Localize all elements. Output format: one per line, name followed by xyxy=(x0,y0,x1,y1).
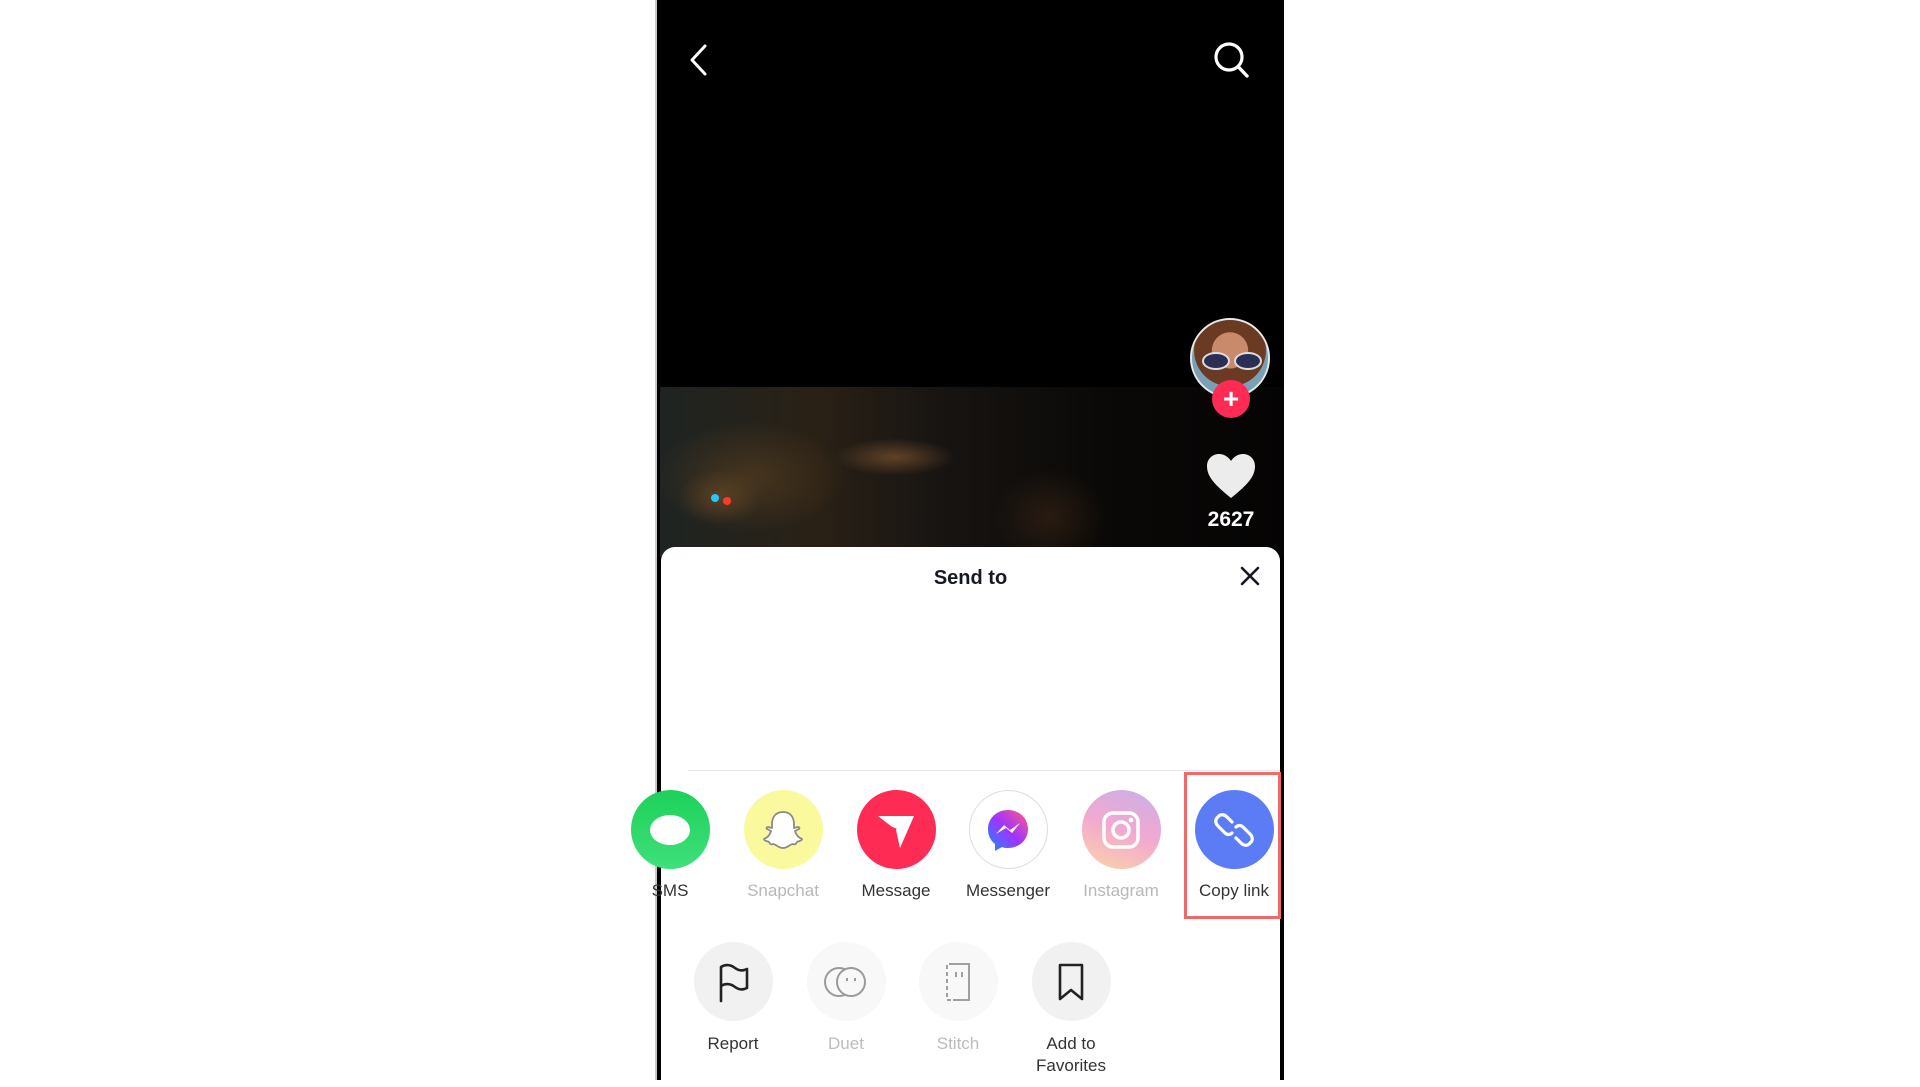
duet-circle xyxy=(806,942,886,1021)
action-label: Duet xyxy=(828,1034,864,1053)
video-light-red xyxy=(723,497,731,505)
divider xyxy=(688,770,1280,771)
sheet-title: Send to xyxy=(933,567,1008,589)
share-messenger[interactable]: Messenger xyxy=(953,790,1063,901)
avatar-art xyxy=(1234,352,1262,370)
search-button[interactable] xyxy=(1212,38,1252,82)
action-label: Add to Favorites xyxy=(1016,1033,1126,1077)
avatar-art xyxy=(1202,352,1230,370)
copy-link-highlight-box xyxy=(1184,772,1281,919)
flag-icon xyxy=(719,963,749,1002)
share-label: Message xyxy=(861,881,931,900)
share-label: Snapchat xyxy=(747,881,819,900)
stitch-icon xyxy=(946,962,970,1001)
action-label: Report xyxy=(707,1034,759,1053)
snapchat-ghost-icon xyxy=(763,810,803,849)
action-duet[interactable]: Duet xyxy=(791,942,901,1055)
action-report[interactable]: Report xyxy=(678,942,788,1055)
share-message[interactable]: Message xyxy=(841,790,951,901)
share-sms[interactable]: SMS xyxy=(615,790,725,901)
action-label-line1: Add to xyxy=(1046,1034,1096,1053)
share-label: Instagram xyxy=(1083,881,1159,900)
paper-plane-icon xyxy=(878,815,914,848)
like-count: 2627 xyxy=(1207,508,1255,531)
instagram-icon xyxy=(1102,810,1140,849)
follow-button[interactable]: + xyxy=(1212,380,1250,418)
message-circle xyxy=(856,790,936,869)
share-label: Messenger xyxy=(965,881,1051,900)
messenger-icon xyxy=(988,809,1028,851)
favorites-circle xyxy=(1031,942,1111,1021)
messenger-circle xyxy=(968,790,1048,869)
action-stitch[interactable]: Stitch xyxy=(903,942,1013,1055)
plus-icon: + xyxy=(1222,383,1240,414)
report-circle xyxy=(693,942,773,1021)
search-icon xyxy=(1214,42,1249,78)
action-add-to-favorites[interactable]: Add to Favorites xyxy=(1016,942,1126,1077)
action-label-line2: Favorites xyxy=(1036,1056,1106,1075)
share-label: SMS xyxy=(651,881,689,900)
sms-icon xyxy=(630,790,710,869)
action-label: Stitch xyxy=(936,1034,980,1053)
heart-icon[interactable] xyxy=(1205,452,1257,500)
video-light-blue xyxy=(711,494,719,502)
close-icon[interactable] xyxy=(1239,565,1261,587)
instagram-circle xyxy=(1081,790,1161,869)
chevron-left-icon xyxy=(690,44,707,76)
snapchat-circle xyxy=(743,790,823,869)
duet-icon xyxy=(824,966,866,997)
bookmark-icon xyxy=(1058,963,1084,1000)
back-button[interactable] xyxy=(683,40,715,80)
share-instagram[interactable]: Instagram xyxy=(1066,790,1176,901)
share-snapchat[interactable]: Snapchat xyxy=(728,790,838,901)
stitch-circle xyxy=(918,942,998,1021)
